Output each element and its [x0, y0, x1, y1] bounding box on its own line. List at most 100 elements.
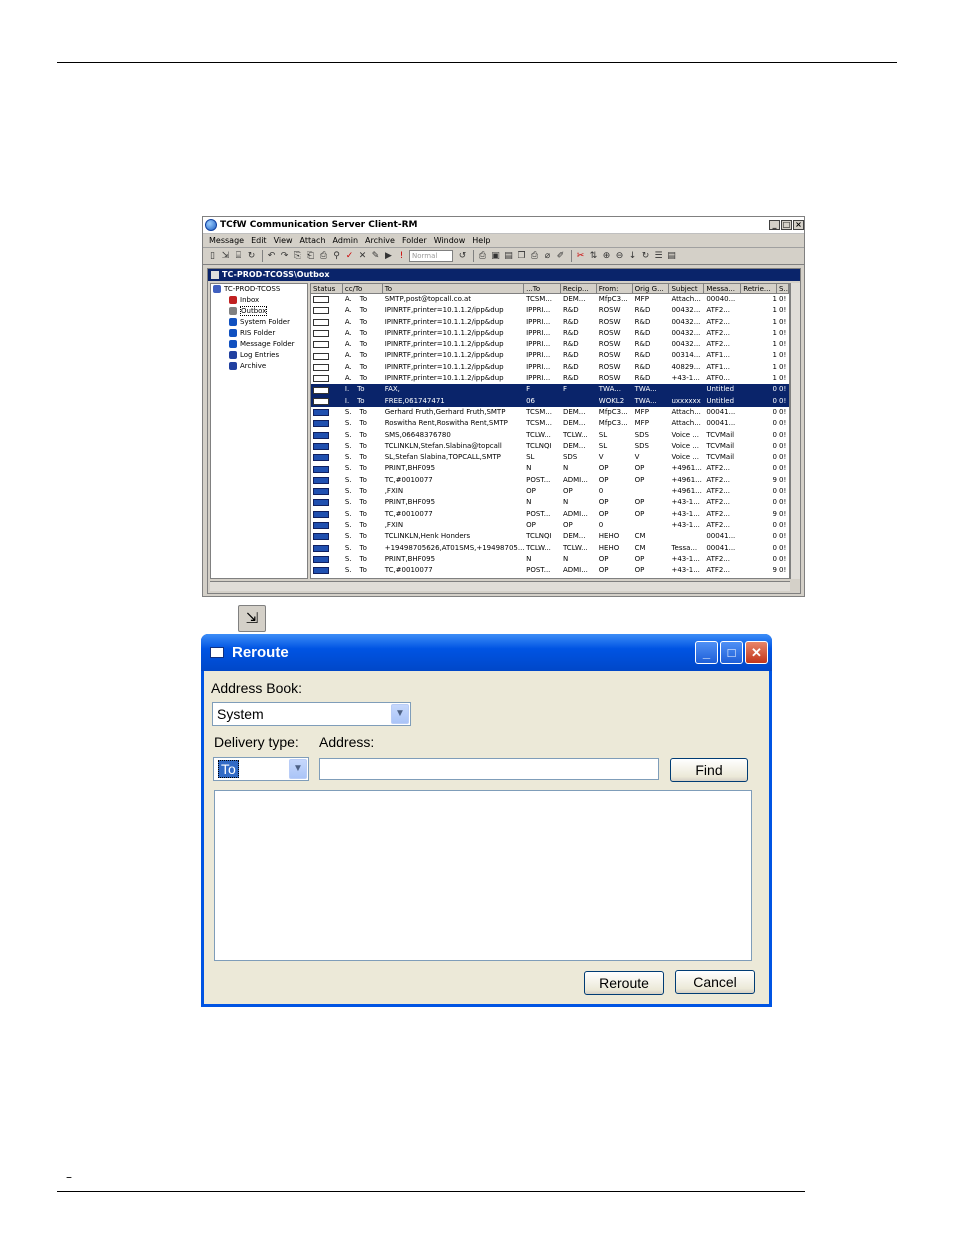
stamp-icon[interactable]: ⚲ [331, 251, 342, 262]
priority-icon[interactable]: ! [396, 251, 407, 262]
maximize-button[interactable]: □ [720, 641, 743, 664]
close-button[interactable]: ✕ [745, 641, 768, 664]
minimize-button[interactable]: _ [695, 641, 718, 664]
zoom-in-icon[interactable]: ⊕ [601, 251, 612, 262]
column-header[interactable]: Subject [669, 284, 705, 293]
details-icon[interactable]: ▤ [666, 251, 677, 262]
tree-item[interactable]: RIS Folder [211, 328, 307, 339]
column-header[interactable]: To [383, 284, 525, 293]
address-book-select[interactable]: System ▼ [212, 702, 411, 726]
column-header[interactable]: Retrie... [741, 284, 778, 293]
save-icon[interactable]: ▣ [490, 251, 501, 262]
reload-icon[interactable]: ↺ [457, 251, 468, 262]
delivery-type-select[interactable]: To ▼ [213, 757, 309, 781]
table-row[interactable]: A. To SMTP,post@topcall.co.at TCSM... DEM...… [311, 294, 789, 305]
table-row[interactable]: A. To IPINRTF,printer=10.1.1.2/ipp&dup IPPR… [311, 373, 789, 384]
tree-item[interactable]: Inbox [211, 295, 307, 306]
menu-help[interactable]: Help [472, 236, 490, 245]
table-row[interactable]: S. To ,FXIN OP OP 0 +4961... ATF2... 0 0! [311, 486, 789, 497]
cancel-icon[interactable]: ✕ [357, 251, 368, 262]
maximize-button[interactable]: □ [781, 220, 792, 230]
tree-item[interactable]: System Folder [211, 317, 307, 328]
edit-icon[interactable]: ✐ [555, 251, 566, 262]
down-icon[interactable]: ↓ [627, 251, 638, 262]
table-row[interactable]: A. To IPINRTF,printer=10.1.1.2/ipp&dup IPPR… [311, 362, 789, 373]
menu-window[interactable]: Window [434, 236, 466, 245]
column-header[interactable]: Orig G... [633, 284, 670, 293]
menu-folder[interactable]: Folder [402, 236, 427, 245]
chevron-down-icon[interactable]: ▼ [289, 759, 307, 779]
menu-admin[interactable]: Admin [333, 236, 359, 245]
reply-icon[interactable]: ↶ [266, 251, 277, 262]
column-header[interactable]: Status [311, 284, 343, 293]
table-row[interactable]: S. To SMS,06648376780 TCLW... TCLW... SL SDS Vo… [311, 430, 789, 441]
table-row[interactable]: S. To Gerhard Fruth,Gerhard Fruth,SMTP TCSM… [311, 407, 789, 418]
recipient-list[interactable] [214, 790, 752, 961]
table-row[interactable]: A. To IPINRTF,printer=10.1.1.2/ipp&dup IPPR… [311, 339, 789, 350]
tree-item[interactable]: Archive [211, 361, 307, 372]
minimize-button[interactable]: _ [769, 220, 780, 230]
document-icon[interactable]: ▤ [503, 251, 514, 262]
priority-select[interactable]: Normal [409, 250, 453, 262]
table-row[interactable]: S. To TCLINKLN,Stefan.Slabina@topcall TCLNQ… [311, 441, 789, 452]
table-row[interactable]: S. To SL,Stefan Slabina,TOPCALL,SMTP SL SDS V… [311, 452, 789, 463]
check-icon[interactable]: ✓ [344, 251, 355, 262]
table-row[interactable]: S. To TC,#0010077 POST... ADMI... OP OP +43-1..… [311, 509, 789, 520]
tree-item[interactable]: TC-PROD-TCOSS [211, 284, 307, 295]
table-row[interactable]: A. To IPINRTF,printer=10.1.1.2/ipp&dup IPPR… [311, 305, 789, 316]
forward-icon[interactable]: ↷ [279, 251, 290, 262]
table-row[interactable]: S. To PRINT,BHF095 N N OP OP +4961... ATF2... 0 0! [311, 463, 789, 474]
table-row[interactable]: S. To TCLINKLN,Henk Honders TCLNQI DEM... HEH… [311, 531, 789, 542]
attach-icon[interactable]: ⌀ [542, 251, 553, 262]
column-header[interactable]: From: [597, 284, 633, 293]
zoom-out-icon[interactable]: ⊖ [614, 251, 625, 262]
refresh-icon[interactable]: ↻ [246, 251, 257, 262]
table-row[interactable]: I. To FREE,061747471 06 WOKL2 TWA... uxxxxxx Un… [311, 395, 789, 407]
play-icon[interactable]: ▶ [383, 251, 394, 262]
print-icon[interactable]: ⎙ [318, 251, 329, 262]
sort-icon[interactable]: ⇅ [588, 251, 599, 262]
reroute-button[interactable]: Reroute [584, 971, 664, 995]
open-icon[interactable]: ⌸ [233, 251, 244, 262]
filter-icon[interactable]: ✂ [575, 251, 586, 262]
menu-attach[interactable]: Attach [300, 236, 326, 245]
tree-item[interactable]: Outbox [211, 306, 307, 317]
new-message-icon[interactable]: ▯ [207, 251, 218, 262]
table-row[interactable]: S. To TC,#0010077 POST... ADMI... OP OP +43-1..… [311, 565, 789, 576]
column-header[interactable]: Messa... [704, 284, 742, 293]
copy-doc-icon[interactable]: ❐ [516, 251, 527, 262]
table-row[interactable]: S. To PRINT,BHF095 N N OP OP +43-1... ATF2... 0 0! [311, 497, 789, 508]
menu-message[interactable]: Message [209, 236, 244, 245]
print-doc-icon[interactable]: ⎙ [529, 251, 540, 262]
table-row[interactable]: A. To IPINRTF,printer=10.1.1.2/ipp&dup IPPR… [311, 328, 789, 339]
menu-archive[interactable]: Archive [365, 236, 395, 245]
tree-item[interactable]: Log Entries [211, 350, 307, 361]
address-input[interactable] [319, 758, 659, 780]
menu-edit[interactable]: Edit [251, 236, 267, 245]
table-row[interactable]: S. To PRINT,BHF095 N N OP OP +43-1... ATF2... 0 0! [311, 554, 789, 565]
vertical-scrollbar[interactable] [790, 283, 800, 579]
copy-icon[interactable]: ⎘ [292, 251, 303, 262]
tree-item[interactable]: Message Folder [211, 339, 307, 350]
table-row[interactable]: A. To IPINRTF,printer=10.1.1.2/ipp&dup IPPR… [311, 350, 789, 361]
printer-icon[interactable]: ⎙ [477, 251, 488, 262]
column-header[interactable]: Recip... [561, 284, 597, 293]
table-row[interactable]: S. To ,FXIN OP OP 0 +43-1... ATF2... 0 0! [311, 520, 789, 531]
table-row[interactable]: I. To FAX, F F TWA... TWA... Untitled 0 0! [311, 384, 789, 396]
reroute-tool-icon[interactable]: ⇲ [220, 251, 231, 262]
close-button[interactable]: × [793, 220, 804, 230]
column-header[interactable]: S... [777, 284, 789, 293]
chevron-down-icon[interactable]: ▼ [391, 704, 409, 724]
find-button[interactable]: Find [670, 758, 748, 782]
paste-icon[interactable]: ⎗ [305, 251, 316, 262]
menu-view[interactable]: View [274, 236, 293, 245]
table-row[interactable]: A. To IPINRTF,printer=10.1.1.2/ipp&dup IPPR… [311, 317, 789, 328]
list-icon[interactable]: ☰ [653, 251, 664, 262]
pen-icon[interactable]: ✎ [370, 251, 381, 262]
horizontal-scrollbar[interactable] [210, 581, 790, 591]
reroute-toolbar-icon[interactable]: ⇲ [238, 605, 266, 632]
table-row[interactable]: S. To Roswitha Rent,Roswitha Rent,SMTP TCSM… [311, 418, 789, 429]
column-header[interactable]: cc/To [343, 284, 383, 293]
table-row[interactable]: S. To +19498705626,AT01SMS,+19498705... TCL… [311, 543, 789, 554]
cancel-button[interactable]: Cancel [675, 970, 755, 994]
